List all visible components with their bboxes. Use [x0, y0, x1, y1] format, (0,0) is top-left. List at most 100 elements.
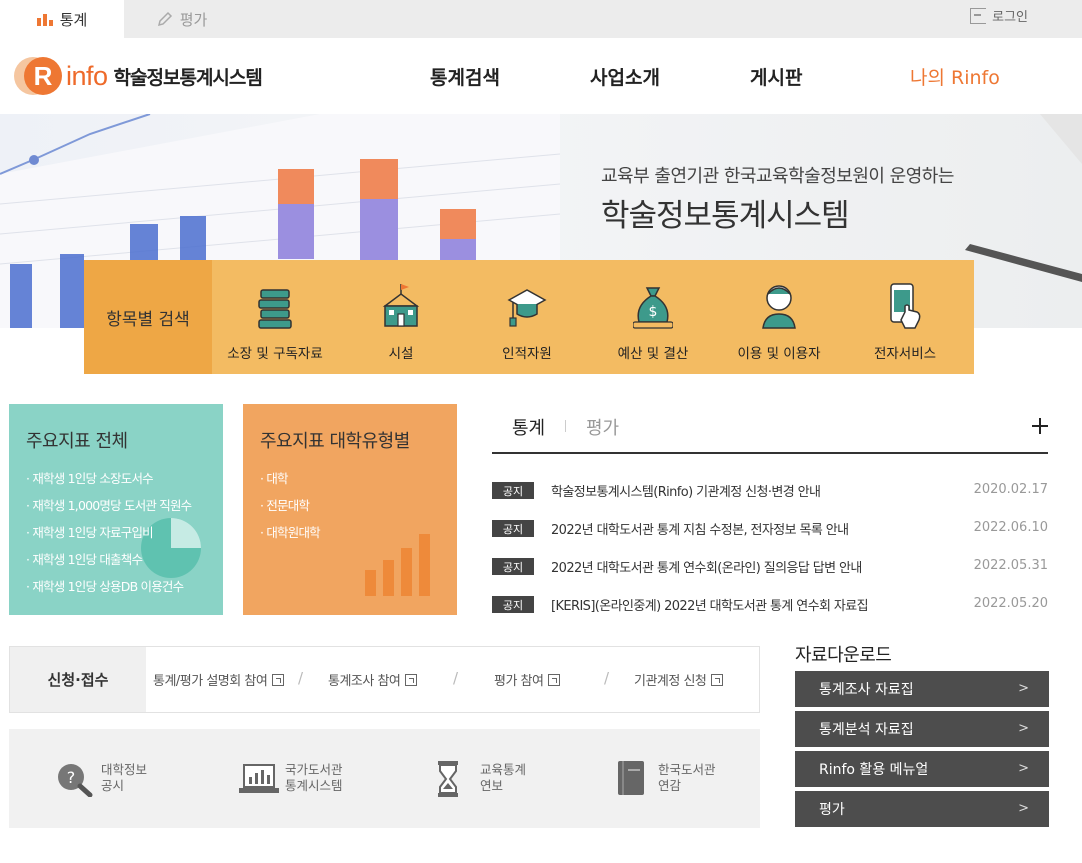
notice-title[interactable]: [KERIS](온라인중계) 2022년 대학도서관 통계 연수회 자료집	[551, 595, 869, 614]
notice-title[interactable]: 2022년 대학도서관 통계 연수회(온라인) 질의응답 답변 안내	[551, 557, 862, 576]
notice-date: 2022.05.20	[973, 596, 1048, 611]
application-label: 신청·접수	[10, 647, 146, 712]
bar-chart-icon	[36, 12, 53, 26]
board-tab-statistics[interactable]: 통계	[512, 414, 545, 440]
notice-row[interactable]: 공지 2022년 대학도서관 통계 지침 수정본, 전자정보 목록 안내 202…	[492, 516, 1048, 546]
tab-evaluation-label: 평가	[179, 10, 208, 29]
apply-account-link[interactable]: 기관계정 신청	[634, 670, 724, 689]
hero-title: 학술정보통계시스템	[601, 198, 850, 234]
tab-evaluation[interactable]: 평가	[124, 0, 240, 38]
chevron-right-icon: >	[1018, 721, 1029, 736]
category-budget-label: 예산 및 결산	[617, 346, 689, 362]
indicator-link[interactable]: 재학생 1인당 대출책수	[26, 550, 191, 577]
tab-divider	[565, 420, 566, 432]
divider-slash: /	[604, 669, 610, 687]
notice-board: 통계 평가 공지 학술정보통계시스템(Rinfo) 기관계정 신청·변경 안내 …	[492, 404, 1048, 624]
external-link-icon	[548, 673, 561, 686]
notice-date: 2022.06.10	[973, 520, 1048, 535]
tab-statistics[interactable]: 통계	[0, 0, 124, 38]
category-search-label: 항목별 검색	[84, 260, 212, 374]
apply-survey-link[interactable]: 통계조사 참여	[328, 670, 418, 689]
login-label: 로그인	[992, 10, 1028, 25]
download-survey-materials[interactable]: 통계조사 자료집 >	[795, 671, 1049, 707]
logo-mark: R	[14, 57, 72, 95]
download-evaluation[interactable]: 평가 >	[795, 791, 1049, 827]
question-magnifier-icon: ?	[58, 764, 93, 797]
category-usage[interactable]: 이용 및 이용자	[716, 260, 842, 374]
category-holdings-label: 소장 및 구독자료	[227, 346, 323, 362]
indicators-by-type-card[interactable]: 주요지표 대학유형별 대학 전문대학 대학원대학	[243, 404, 457, 615]
category-e-services-label: 전자서비스	[873, 346, 937, 362]
download-rinfo-manual[interactable]: Rinfo 활용 메뉴얼 >	[795, 751, 1049, 787]
indicator-link[interactable]: 전문대학	[260, 496, 320, 523]
category-search: 항목별 검색 소장 및 구독자료 시설 인적자원 $ 예산 및 결산 이용 및 …	[84, 260, 974, 374]
site-logo[interactable]: R info 학술정보통계시스템	[14, 57, 263, 95]
touch-device-icon	[890, 283, 921, 329]
top-bar: 통계 평가 로그인	[0, 0, 1082, 38]
notice-title[interactable]: 학술정보통계시스템(Rinfo) 기관계정 신청·변경 안내	[551, 481, 821, 500]
indicator-link[interactable]: 재학생 1,000명당 도서관 직원수	[26, 496, 192, 523]
divider-slash: /	[298, 669, 304, 687]
tab-statistics-label: 통계	[59, 10, 88, 29]
category-human-resources[interactable]: 인적자원	[464, 260, 590, 374]
indicator-link[interactable]: 재학생 1인당 자료구입비	[26, 523, 191, 550]
chevron-right-icon: >	[1018, 801, 1029, 816]
indicators-overall-card[interactable]: 주요지표 전체 재학생 1인당 소장도서수 재학생 1,000명당 도서관 직원…	[9, 404, 223, 615]
more-plus-icon[interactable]	[1032, 412, 1048, 438]
category-e-services[interactable]: 전자서비스	[842, 260, 968, 374]
divider-slash: /	[453, 669, 459, 687]
notice-badge: 공지	[492, 482, 534, 499]
nav-board[interactable]: 게시판	[750, 38, 802, 114]
category-holdings[interactable]: 소장 및 구독자료	[212, 260, 338, 374]
category-budget[interactable]: $ 예산 및 결산	[590, 260, 716, 374]
notice-date: 2022.05.31	[973, 558, 1048, 573]
bar-chart-decoration-icon	[365, 534, 430, 596]
svg-text:$: $	[649, 304, 658, 320]
external-link-icon	[711, 673, 724, 686]
category-usage-label: 이용 및 이용자	[737, 346, 821, 362]
notice-badge: 공지	[492, 558, 534, 575]
login-button[interactable]: 로그인	[970, 6, 1028, 25]
board-tab-evaluation[interactable]: 평가	[586, 414, 619, 440]
external-link-icon	[405, 673, 418, 686]
board-tabs: 통계 평가	[492, 404, 1048, 454]
person-icon	[762, 285, 796, 329]
category-facilities[interactable]: 시설	[338, 260, 464, 374]
book-icon	[618, 761, 644, 795]
indicators-by-type-title: 주요지표 대학유형별	[260, 431, 410, 452]
nav-about[interactable]: 사업소개	[590, 38, 660, 114]
downloads-title: 자료다운로드	[795, 645, 892, 666]
apply-briefing-link[interactable]: 통계/평가 설명회 참여	[153, 670, 285, 689]
category-human-resources-label: 인적자원	[502, 346, 552, 362]
indicator-link[interactable]: 재학생 1인당 상용DB 이용건수	[26, 577, 191, 604]
notice-row[interactable]: 공지 학술정보통계시스템(Rinfo) 기관계정 신청·변경 안내 2020.0…	[492, 478, 1048, 508]
indicators-overall-title: 주요지표 전체	[26, 431, 128, 452]
category-facilities-label: 시설	[388, 346, 414, 362]
apply-evaluation-link[interactable]: 평가 참여	[494, 670, 561, 689]
download-analysis-materials[interactable]: 통계분석 자료집 >	[795, 711, 1049, 747]
indicator-link[interactable]: 재학생 1인당 소장도서수	[26, 469, 191, 496]
laptop-chart-icon	[239, 764, 279, 793]
hero-subtitle: 교육부 출연기관 한국교육학술정보원이 운영하는	[601, 166, 954, 187]
nav-statistics-search[interactable]: 통계검색	[430, 38, 500, 114]
indicator-link[interactable]: 대학원대학	[260, 523, 320, 550]
graduation-cap-icon	[507, 289, 547, 327]
indicator-link[interactable]: 대학	[260, 469, 320, 496]
logo-text: info	[66, 60, 108, 91]
external-link-icon	[272, 673, 285, 686]
notice-badge: 공지	[492, 520, 534, 537]
notice-badge: 공지	[492, 596, 534, 613]
building-icon	[382, 284, 420, 327]
notice-row[interactable]: 공지 [KERIS](온라인중계) 2022년 대학도서관 통계 연수회 자료집…	[492, 592, 1048, 622]
money-bag-icon: $	[633, 287, 673, 329]
header: R info 학술정보통계시스템 통계검색 사업소개 게시판 나의 Rinfo	[0, 38, 1082, 114]
hourglass-icon	[438, 761, 458, 797]
chevron-right-icon: >	[1018, 681, 1029, 696]
notice-title[interactable]: 2022년 대학도서관 통계 지침 수정본, 전자정보 목록 안내	[551, 519, 849, 538]
application-bar: 신청·접수 통계/평가 설명회 참여 / 통계조사 참여 / 평가 참여 / 기…	[9, 646, 760, 713]
nav-my-rinfo[interactable]: 나의 Rinfo	[910, 38, 1000, 114]
books-icon	[258, 289, 292, 329]
indicators-overall-list: 재학생 1인당 소장도서수 재학생 1,000명당 도서관 직원수 재학생 1인…	[26, 469, 192, 604]
notice-row[interactable]: 공지 2022년 대학도서관 통계 연수회(온라인) 질의응답 답변 안내 20…	[492, 554, 1048, 584]
indicators-by-type-list: 대학 전문대학 대학원대학	[260, 469, 320, 550]
